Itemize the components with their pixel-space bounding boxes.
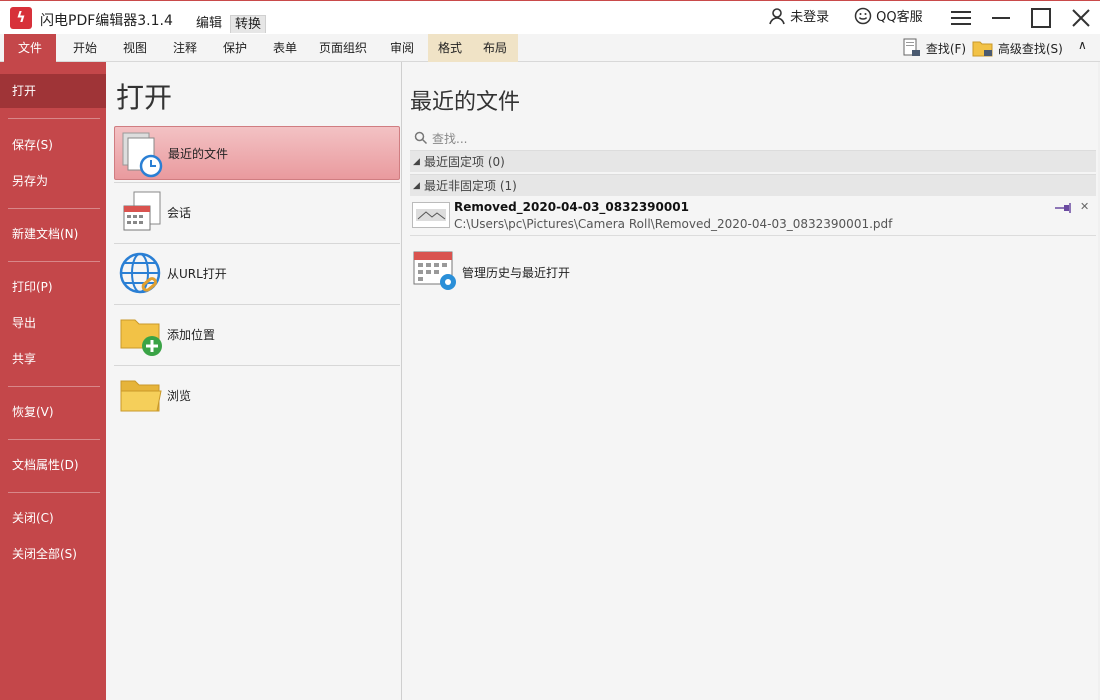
tab-file[interactable]: 文件	[4, 34, 56, 62]
mode-tab-convert[interactable]: 转换	[230, 15, 267, 33]
advanced-find-button[interactable]: 高级查找(S)	[972, 38, 1063, 58]
open-option-separator	[114, 243, 400, 244]
open-option-separator	[114, 304, 400, 305]
file-menu-separator	[8, 118, 100, 119]
open-option-session[interactable]: 会话	[114, 186, 400, 240]
smiley-icon	[854, 7, 872, 25]
file-menu-separator	[8, 386, 100, 387]
file-menu-save[interactable]: 保存(S)	[0, 128, 106, 162]
tab-protect[interactable]: 保护	[212, 34, 258, 62]
login-button[interactable]: 未登录	[768, 7, 829, 29]
user-icon	[769, 8, 785, 25]
find-document-icon	[903, 38, 920, 56]
folder-icon	[120, 380, 162, 412]
open-option-add-location[interactable]: 添加位置	[114, 308, 400, 362]
pin-icon[interactable]	[1054, 202, 1072, 214]
file-menu-share[interactable]: 共享	[0, 342, 106, 376]
qq-support-label: QQ客服	[876, 10, 923, 25]
hamburger-menu-icon[interactable]	[948, 5, 974, 31]
folder-search-icon	[972, 41, 993, 57]
pinned-group-label: 最近固定项 (0)	[424, 155, 505, 169]
open-option-label: 会话	[167, 206, 192, 220]
login-label: 未登录	[790, 10, 830, 25]
file-menu-separator	[8, 208, 100, 209]
app-title: 闪电PDF编辑器3.1.4	[40, 13, 173, 29]
tab-view[interactable]: 视图	[112, 34, 158, 62]
file-menu-separator	[8, 261, 100, 262]
recent-file-name: Removed_2020-04-03_0832390001	[454, 200, 689, 214]
tab-start[interactable]: 开始	[62, 34, 108, 62]
session-icon	[123, 191, 161, 231]
open-panel-title: 打开	[116, 81, 173, 114]
file-menu-close-all[interactable]: 关闭全部(S)	[0, 537, 106, 571]
file-menu-export[interactable]: 导出	[0, 306, 106, 340]
title-bar: ϟ 闪电PDF编辑器3.1.4 编辑 转换 未登录 QQ客服	[0, 0, 1100, 34]
advanced-find-label: 高级查找(S)	[997, 42, 1063, 56]
recent-file-row[interactable]: Removed_2020-04-03_0832390001 C:\Users\p…	[410, 196, 1096, 236]
find-button[interactable]: 查找(F)	[902, 38, 966, 58]
file-menu-document-properties[interactable]: 文档属性(D)	[0, 448, 106, 482]
search-icon	[414, 131, 428, 145]
file-menu-open[interactable]: 打开	[0, 74, 106, 108]
minimize-icon[interactable]	[988, 5, 1014, 31]
file-menu-print[interactable]: 打印(P)	[0, 270, 106, 304]
open-option-label: 从URL打开	[167, 267, 227, 281]
find-label: 查找(F)	[925, 42, 967, 56]
mode-tab-edit[interactable]: 编辑	[192, 15, 226, 33]
file-menu-separator	[8, 492, 100, 493]
pinned-group-header[interactable]: ◢ 最近固定项 (0)	[410, 150, 1096, 172]
pdf-thumbnail-icon	[412, 202, 450, 228]
maximize-icon[interactable]	[1028, 5, 1054, 31]
file-menu-close[interactable]: 关闭(C)	[0, 501, 106, 535]
file-menu-separator	[8, 439, 100, 440]
open-option-label: 浏览	[167, 389, 192, 403]
file-menu-restore[interactable]: 恢复(V)	[0, 395, 106, 429]
collapse-triangle-icon: ◢	[413, 181, 420, 191]
close-icon[interactable]	[1068, 5, 1094, 31]
open-option-separator	[114, 182, 400, 183]
unpinned-group-header[interactable]: ◢ 最近非固定项 (1)	[410, 174, 1096, 196]
file-menu-new-document[interactable]: 新建文档(N)	[0, 217, 106, 251]
tab-form[interactable]: 表单	[262, 34, 308, 62]
tab-page-organize[interactable]: 页面组织	[312, 34, 374, 62]
qq-support-button[interactable]: QQ客服	[854, 7, 923, 29]
recent-files-icon	[122, 132, 163, 178]
tab-format[interactable]: 格式	[428, 34, 472, 62]
unpinned-group-label: 最近非固定项 (1)	[424, 179, 517, 193]
manage-history-button[interactable]: 管理历史与最近打开	[410, 246, 810, 296]
calendar-settings-icon	[413, 251, 456, 290]
collapse-triangle-icon: ◢	[413, 157, 420, 167]
ribbon-collapse-button[interactable]: ∧	[1078, 38, 1087, 52]
tab-review[interactable]: 审阅	[380, 34, 424, 62]
search-placeholder: 查找...	[432, 132, 468, 146]
recent-files-panel: 最近的文件 查找... ◢ 最近固定项 (0) ◢ 最近非固定项 (1) Rem…	[402, 62, 1098, 700]
file-menu: 打开 保存(S) 另存为 新建文档(N) 打印(P) 导出 共享 恢复(V) 文…	[0, 62, 106, 700]
app-logo-icon: ϟ	[10, 7, 32, 29]
open-option-separator	[114, 365, 400, 366]
globe-link-icon	[119, 252, 161, 294]
remove-icon[interactable]: ✕	[1080, 200, 1089, 213]
folder-add-icon	[120, 319, 162, 356]
open-option-recent-files[interactable]: 最近的文件	[114, 126, 400, 180]
open-option-label: 最近的文件	[168, 147, 229, 161]
recent-files-title: 最近的文件	[410, 90, 521, 115]
open-option-label: 添加位置	[167, 328, 216, 342]
open-option-browse[interactable]: 浏览	[114, 369, 400, 423]
file-menu-save-as[interactable]: 另存为	[0, 164, 106, 198]
tab-comment[interactable]: 注释	[162, 34, 208, 62]
open-option-from-url[interactable]: 从URL打开	[114, 247, 400, 301]
recent-search-input[interactable]: 查找...	[410, 126, 1096, 148]
ribbon-tabs: 文件 开始 视图 注释 保护 表单 页面组织 审阅 格式 布局 查找(F) 高级…	[0, 34, 1100, 62]
tab-layout[interactable]: 布局	[472, 34, 518, 62]
manage-history-label: 管理历史与最近打开	[462, 266, 571, 280]
recent-file-path: C:\Users\pc\Pictures\Camera Roll\Removed…	[454, 217, 893, 231]
open-panel: 打开 最近的文件 会话 从URL打开 添加位置 浏览	[106, 62, 402, 700]
